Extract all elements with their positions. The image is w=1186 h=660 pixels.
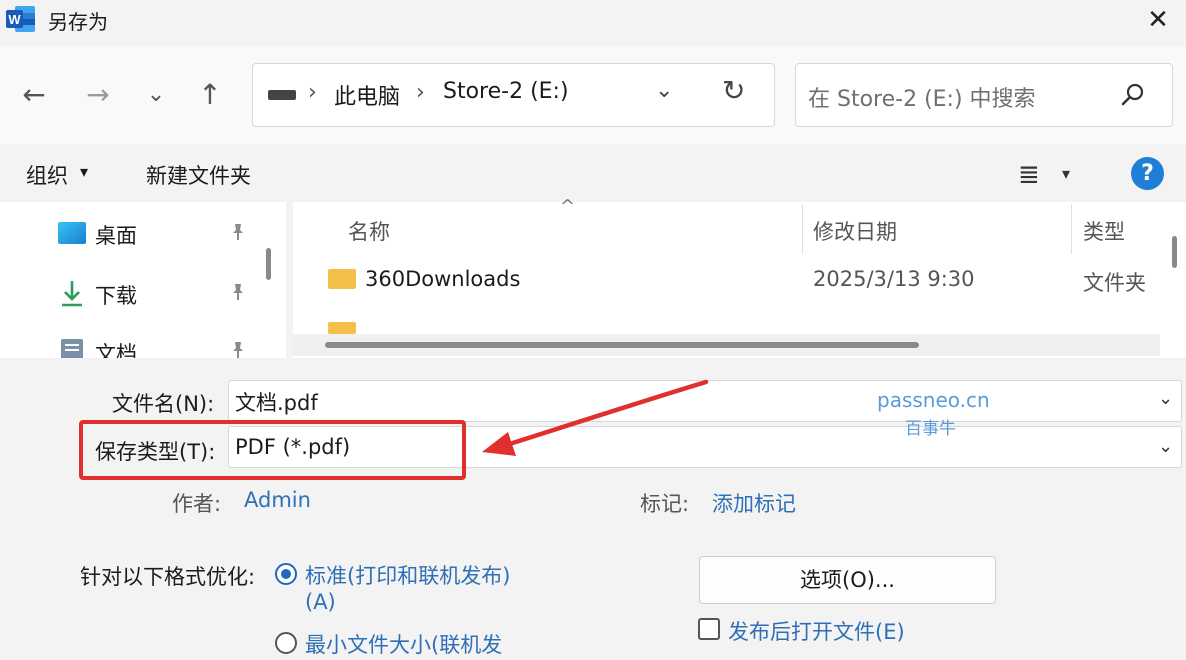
pin-icon xyxy=(228,222,248,247)
nav-item-label: 桌面 xyxy=(95,224,137,248)
radio-standard[interactable] xyxy=(275,563,297,585)
window-title: 另存为 xyxy=(48,10,108,34)
tags-label: 标记: xyxy=(640,492,690,516)
pin-icon xyxy=(233,284,243,300)
file-type: 文件夹 xyxy=(1083,271,1146,295)
column-header-name[interactable]: 名称 xyxy=(348,216,390,246)
breadcrumb-separator: › xyxy=(308,80,317,105)
nav-item-label: 下载 xyxy=(95,284,137,308)
column-header-modified[interactable]: 修改日期 xyxy=(813,216,897,246)
search-input[interactable]: 在 Store-2 (E:) 中搜索 xyxy=(808,81,1036,113)
word-app-icon: W xyxy=(6,6,35,32)
radio-standard-label-accel[interactable]: (A) xyxy=(305,590,336,614)
file-list-vertical-scrollbar[interactable] xyxy=(1172,236,1177,268)
watermark-text: passneo.cn xyxy=(877,388,990,412)
back-button[interactable]: ← xyxy=(14,72,54,118)
column-header-type[interactable]: 类型 xyxy=(1083,216,1125,246)
chevron-down-icon[interactable]: ⌄ xyxy=(1158,436,1173,457)
file-list-horizontal-scrollbar[interactable] xyxy=(325,342,919,348)
svg-text:W: W xyxy=(8,12,21,27)
breadcrumb-separator: › xyxy=(416,80,425,105)
radio-standard-label[interactable]: 标准(打印和联机发布) xyxy=(305,560,510,590)
open-after-publish-checkbox[interactable] xyxy=(698,618,720,640)
pin-icon xyxy=(233,342,243,358)
up-button[interactable]: ↑ xyxy=(190,72,230,118)
desktop-icon xyxy=(58,222,86,244)
watermark-text: 百事牛 xyxy=(905,419,956,439)
annotation-arrow xyxy=(482,379,709,456)
optimize-label: 针对以下格式优化: xyxy=(80,565,256,589)
search-icon[interactable] xyxy=(1120,82,1146,108)
breadcrumb-drive[interactable]: Store-2 (E:) xyxy=(443,79,569,104)
caret-down-icon[interactable]: ▾ xyxy=(1062,164,1070,183)
options-button[interactable]: 选项(O)... xyxy=(699,556,996,604)
annotation-highlight-box xyxy=(79,420,466,480)
sort-ascending-icon: ^ xyxy=(560,196,576,217)
address-history-dropdown[interactable]: ⌄ xyxy=(655,78,673,103)
breadcrumb-this-pc[interactable]: 此电脑 xyxy=(334,79,400,111)
document-icon xyxy=(61,339,83,358)
view-list-icon[interactable]: ≣ xyxy=(1018,160,1040,190)
refresh-icon[interactable]: ↻ xyxy=(722,74,745,107)
title-bar xyxy=(0,0,1186,46)
forward-button[interactable]: → xyxy=(78,72,118,118)
open-after-publish-label[interactable]: 发布后打开文件(E) xyxy=(728,616,905,646)
nav-item-label: 文档 xyxy=(95,342,137,358)
download-icon xyxy=(62,281,82,307)
file-name: 360Downloads xyxy=(365,267,521,291)
close-button[interactable]: ✕ xyxy=(1130,2,1186,38)
new-folder-button[interactable]: 新建文件夹 xyxy=(146,160,251,190)
filename-label: 文件名(N): xyxy=(112,392,215,416)
author-value[interactable]: Admin xyxy=(244,488,311,512)
pin-icon xyxy=(228,340,248,358)
help-icon[interactable]: ? xyxy=(1131,157,1164,190)
column-divider[interactable] xyxy=(1071,204,1072,254)
pin-icon xyxy=(228,282,248,307)
filename-value[interactable]: 文档.pdf xyxy=(235,387,318,417)
file-modified: 2025/3/13 9:30 xyxy=(813,267,975,291)
caret-down-icon[interactable]: ▾ xyxy=(80,162,88,181)
pin-icon xyxy=(233,224,243,240)
add-tags-link[interactable]: 添加标记 xyxy=(712,488,796,518)
radio-minimum-size-label[interactable]: 最小文件大小(联机发 xyxy=(305,629,502,659)
drive-icon xyxy=(268,90,296,100)
recent-locations-button[interactable]: ⌄ xyxy=(136,72,176,118)
nav-item-label-clip: 文档 xyxy=(95,338,137,358)
folder-icon xyxy=(328,322,356,334)
radio-minimum-size[interactable] xyxy=(275,632,297,654)
navigation-pane-scrollbar[interactable] xyxy=(266,248,271,280)
organize-menu-button[interactable]: 组织 xyxy=(26,160,68,190)
column-divider[interactable] xyxy=(802,204,803,254)
folder-icon xyxy=(328,269,356,289)
chevron-down-icon[interactable]: ⌄ xyxy=(1158,388,1173,409)
author-label: 作者: xyxy=(172,492,222,516)
